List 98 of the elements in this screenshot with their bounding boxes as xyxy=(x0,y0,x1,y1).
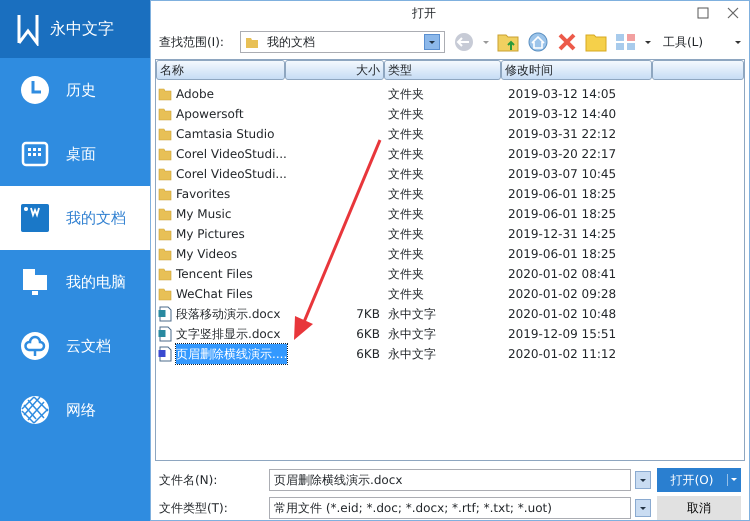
file-modified: 2019-12-09 15:51 xyxy=(508,327,616,341)
file-name[interactable]: Tencent Files xyxy=(176,264,253,284)
file-modified: 2019-06-01 18:25 xyxy=(508,207,616,221)
file-name[interactable]: Corel VideoStudi... xyxy=(176,164,287,184)
file-modified: 2019-03-07 10:45 xyxy=(508,167,616,181)
file-modified: 2019-03-12 14:40 xyxy=(508,107,616,121)
tools-menu[interactable]: 工具(L) xyxy=(662,33,727,51)
folder-icon xyxy=(158,187,172,201)
open-button[interactable]: 打开(O) xyxy=(657,468,741,492)
document-w-icon xyxy=(20,203,50,233)
folder-icon xyxy=(158,107,172,121)
home-icon[interactable] xyxy=(526,32,549,52)
file-name[interactable]: 文字竖排显示.docx xyxy=(176,324,280,344)
column-header[interactable]: 名称 xyxy=(156,60,285,80)
sidebar-item[interactable]: 网络 xyxy=(0,378,150,442)
file-name[interactable]: Apowersoft xyxy=(176,104,244,124)
file-name[interactable]: My Pictures xyxy=(176,224,245,244)
file-name[interactable]: Adobe xyxy=(176,84,214,104)
sidebar-item[interactable]: 云文档 xyxy=(0,314,150,378)
window-title: 打开 xyxy=(411,5,437,22)
globe-grid-icon xyxy=(20,395,50,425)
file-type: 永中文字 xyxy=(388,327,436,341)
file-type: 文件夹 xyxy=(388,207,424,221)
view-grid-icon[interactable] xyxy=(614,32,637,52)
sidebar-item[interactable]: 我的文档 xyxy=(0,186,150,250)
column-header[interactable]: 类型 xyxy=(384,60,502,80)
maximize-icon[interactable] xyxy=(697,7,709,19)
file-type: 永中文字 xyxy=(388,347,436,361)
file-size: 6KB xyxy=(356,347,380,361)
file-name[interactable]: My Music xyxy=(176,204,232,224)
sidebar-item[interactable]: 我的电脑 xyxy=(0,250,150,314)
dropdown-icon[interactable] xyxy=(635,499,651,517)
file-type: 文件夹 xyxy=(388,87,424,101)
folder-icon xyxy=(158,227,172,241)
file-modified: 2019-06-01 18:25 xyxy=(508,247,616,261)
file-name[interactable]: Corel VideoStudi... xyxy=(176,144,287,164)
file-modified: 2019-12-31 14:25 xyxy=(508,227,616,241)
file-modified: 2019-03-20 22:17 xyxy=(508,147,616,161)
computer-icon xyxy=(20,267,50,297)
look-in-label: 查找范围(I): xyxy=(159,34,224,51)
column-header[interactable]: 修改时间 xyxy=(501,60,652,80)
sidebar-item[interactable]: 桌面 xyxy=(0,122,150,186)
file-type: 文件夹 xyxy=(388,267,424,281)
file-modified: 2020-01-02 10:48 xyxy=(508,307,616,321)
dropdown-icon xyxy=(424,34,440,50)
folder-icon xyxy=(158,267,172,281)
file-modified: 2020-01-02 09:28 xyxy=(508,287,616,301)
document-icon xyxy=(158,346,172,362)
folder-icon xyxy=(244,35,259,49)
dropdown-icon[interactable] xyxy=(635,471,651,489)
folder-icon xyxy=(158,167,172,181)
file-type: 文件夹 xyxy=(388,247,424,261)
file-name[interactable]: 段落移动演示.docx xyxy=(176,304,280,324)
document-icon xyxy=(158,326,172,342)
file-name[interactable]: Camtasia Studio xyxy=(176,124,274,144)
app-name: 永中文字 xyxy=(50,18,114,40)
file-type: 文件夹 xyxy=(388,227,424,241)
clock-icon xyxy=(20,75,50,105)
input-field[interactable]: 常用文件 (*.eid; *.doc; *.docx; *.rtf; *.txt; *.uot) xyxy=(269,497,631,519)
file-type: 文件夹 xyxy=(388,127,424,141)
file-name[interactable]: WeChat Files xyxy=(176,284,253,304)
look-in-combo[interactable]: 我的文档 xyxy=(240,31,445,53)
file-type: 文件夹 xyxy=(388,187,424,201)
cancel-button[interactable]: 取消 xyxy=(657,496,741,520)
monitor-grid-icon xyxy=(20,139,50,169)
file-type: 永中文字 xyxy=(388,307,436,321)
cloud-icon xyxy=(20,331,50,361)
field-label: 文件类型(T): xyxy=(159,500,229,517)
look-in-value: 我的文档 xyxy=(266,34,316,51)
field-label: 文件名(N): xyxy=(159,472,218,489)
file-size: 7KB xyxy=(356,307,380,321)
file-size: 6KB xyxy=(356,327,380,341)
document-icon xyxy=(158,306,172,322)
folder-icon xyxy=(158,247,172,261)
folder-icon xyxy=(158,87,172,101)
folder-up-icon[interactable] xyxy=(496,32,519,52)
file-modified: 2019-03-31 22:12 xyxy=(508,127,616,141)
delete-icon[interactable] xyxy=(556,32,577,52)
file-type: 文件夹 xyxy=(388,167,424,181)
sidebar-item[interactable]: 历史 xyxy=(0,58,150,122)
file-modified: 2020-01-02 08:41 xyxy=(508,267,616,281)
folder-icon xyxy=(158,207,172,221)
file-modified: 2019-06-01 18:25 xyxy=(508,187,616,201)
folder-icon xyxy=(158,147,172,161)
input-field[interactable]: 页眉删除横线演示.docx xyxy=(269,469,631,491)
folder-icon xyxy=(158,127,172,141)
file-type: 文件夹 xyxy=(388,107,424,121)
file-name[interactable]: Favorites xyxy=(176,184,230,204)
file-type: 文件夹 xyxy=(388,287,424,301)
file-modified: 2020-01-02 11:12 xyxy=(508,347,616,361)
folder-icon xyxy=(158,287,172,301)
file-modified: 2019-03-12 14:05 xyxy=(508,87,616,101)
file-type: 文件夹 xyxy=(388,147,424,161)
column-header[interactable]: 大小 xyxy=(284,60,384,80)
close-icon[interactable] xyxy=(727,7,739,19)
column-header[interactable] xyxy=(652,60,744,80)
new-folder-icon[interactable] xyxy=(584,32,607,52)
file-name[interactable]: My Videos xyxy=(176,244,238,264)
